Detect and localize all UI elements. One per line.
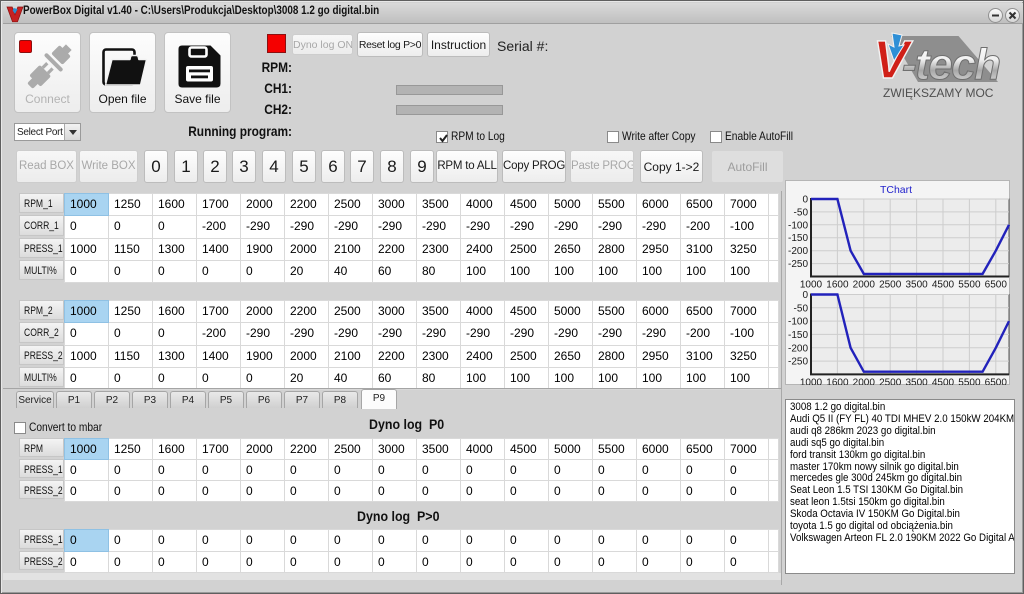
svg-text:-150: -150 bbox=[788, 233, 808, 244]
svg-text:2000: 2000 bbox=[853, 280, 876, 291]
svg-text:2500: 2500 bbox=[879, 377, 902, 385]
svg-text:-250: -250 bbox=[788, 259, 808, 270]
svg-text:-200: -200 bbox=[788, 343, 808, 354]
svg-text:3500: 3500 bbox=[905, 280, 928, 291]
svg-text:4500: 4500 bbox=[932, 377, 955, 385]
svg-text:1600: 1600 bbox=[826, 377, 849, 385]
svg-text:TChart: TChart bbox=[880, 184, 912, 196]
svg-text:6500: 6500 bbox=[985, 377, 1008, 385]
svg-text:1000: 1000 bbox=[800, 377, 823, 385]
svg-text:-100: -100 bbox=[788, 220, 808, 231]
svg-text:ZWIĘKSZAMY MOC: ZWIĘKSZAMY MOC bbox=[883, 86, 994, 100]
svg-text:5500: 5500 bbox=[958, 377, 981, 385]
svg-text:5500: 5500 bbox=[958, 280, 981, 291]
svg-text:-tech: -tech bbox=[902, 40, 1000, 89]
svg-text:4500: 4500 bbox=[932, 280, 955, 291]
svg-text:6500: 6500 bbox=[985, 280, 1008, 291]
svg-text:-50: -50 bbox=[794, 207, 809, 218]
svg-text:-250: -250 bbox=[788, 357, 808, 368]
svg-text:2000: 2000 bbox=[853, 377, 876, 385]
svg-text:-200: -200 bbox=[788, 246, 808, 257]
svg-text:1000: 1000 bbox=[800, 280, 823, 291]
svg-text:-150: -150 bbox=[788, 330, 808, 341]
svg-text:0: 0 bbox=[802, 195, 808, 206]
svg-text:1600: 1600 bbox=[826, 280, 849, 291]
svg-text:3500: 3500 bbox=[905, 377, 928, 385]
svg-text:0: 0 bbox=[802, 290, 808, 301]
svg-text:-100: -100 bbox=[788, 317, 808, 328]
svg-text:-50: -50 bbox=[794, 303, 809, 314]
svg-text:2500: 2500 bbox=[879, 280, 902, 291]
